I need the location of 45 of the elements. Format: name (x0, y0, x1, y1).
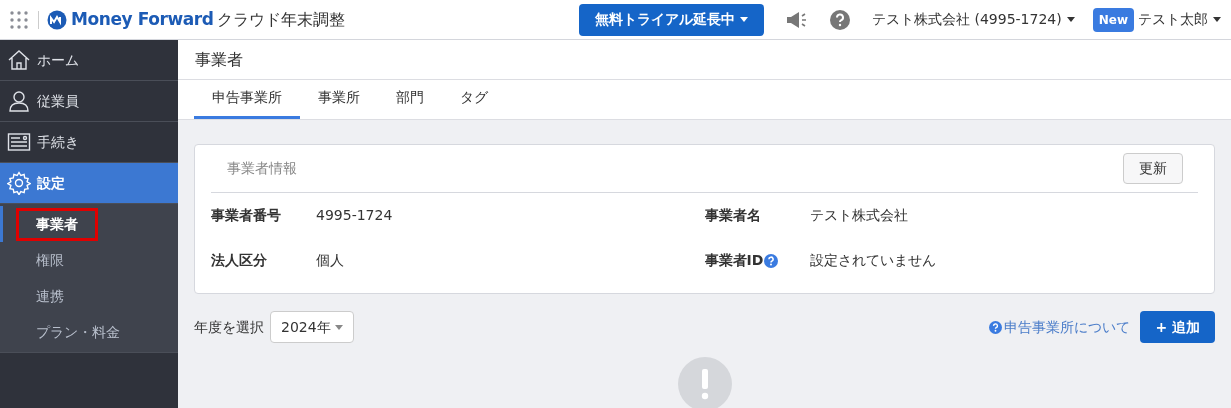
field-label: 事業者ID (704, 251, 764, 270)
field-label: 事業者名 (704, 206, 761, 225)
sidebar-subitem[interactable]: プラン・料金 (16, 315, 140, 349)
field-value: 4995-1724 (316, 206, 393, 225)
help-link[interactable]: 申告事業所について (1004, 316, 1131, 338)
brand-name: Money Forward (71, 7, 214, 31)
help-icon (989, 320, 1003, 334)
year-select[interactable]: 2024年 (270, 311, 354, 343)
user-icon (7, 89, 31, 113)
settings-icon (7, 171, 31, 195)
card-title: 事業者情報 (227, 159, 297, 178)
caret-icon (1066, 17, 1075, 22)
page-title: 事業者 (195, 48, 243, 71)
tab[interactable]: 事業所 (300, 79, 378, 119)
help-icon[interactable] (764, 253, 779, 268)
sidebar-item[interactable]: 設定 (0, 163, 178, 204)
megaphone-icon[interactable] (786, 10, 809, 29)
field-value: テスト株式会社 (809, 206, 908, 225)
sidebar-subitem[interactable]: 権限 (16, 243, 84, 277)
home-icon (7, 48, 31, 72)
caret-icon (1213, 17, 1221, 22)
update-button[interactable]: 更新 (1123, 153, 1183, 184)
add-button[interactable]: + 追加 (1140, 311, 1215, 343)
tab[interactable]: タグ (442, 79, 506, 119)
product-name: クラウド年末調整 (217, 8, 346, 31)
user-menu[interactable]: テスト太郎 (1138, 9, 1221, 30)
sidebar-subitem[interactable]: 事業者 (16, 207, 98, 241)
help-icon[interactable] (830, 9, 851, 30)
field-label: 法人区分 (211, 251, 267, 270)
year-label: 年度を選択 (194, 317, 264, 337)
tab[interactable]: 部門 (378, 79, 442, 119)
field-value: 設定されていません (809, 251, 936, 270)
field-label: 事業者番号 (211, 206, 281, 225)
warning-icon (677, 357, 732, 408)
field-value: 個人 (316, 251, 344, 270)
app-grid-icon[interactable] (10, 10, 28, 29)
form-icon (7, 130, 31, 154)
company-menu[interactable]: テスト株式会社 (4995-1724) (872, 9, 1075, 30)
logo-icon (47, 9, 67, 30)
sidebar-subitem[interactable]: 連携 (16, 279, 84, 313)
tab[interactable]: 申告事業所 (194, 79, 300, 119)
trial-button[interactable]: 無料トライアル延長中 (579, 3, 765, 36)
new-badge: New (1092, 7, 1134, 32)
caret-icon (740, 17, 749, 22)
caret-icon (335, 324, 343, 330)
